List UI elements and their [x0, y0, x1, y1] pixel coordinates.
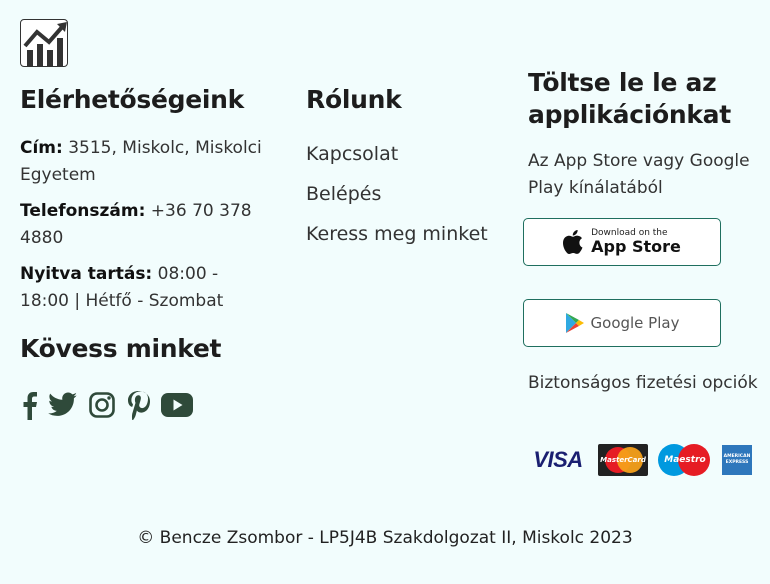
phone: Telefonszám: +36 70 378 4880: [20, 198, 270, 252]
logo[interactable]: [20, 19, 68, 67]
about-title: Rólunk: [306, 85, 402, 114]
hours-label: Nyitva tartás:: [20, 264, 153, 284]
youtube-icon[interactable]: [160, 392, 194, 422]
opening-hours: Nyitva tartás: 08:00 - 18:00 | Hétfő - S…: [20, 261, 270, 315]
pinterest-icon[interactable]: [126, 390, 150, 424]
address-label: Cím:: [20, 138, 63, 158]
visa-card-icon: VISA: [528, 444, 588, 476]
google-play-icon: [565, 313, 584, 333]
app-description: Az App Store vagy Google Play kínálatábó…: [528, 151, 750, 198]
link-belepes[interactable]: Belépés: [306, 174, 516, 214]
instagram-icon[interactable]: [88, 391, 116, 423]
apple-icon: [563, 230, 583, 254]
app-store-label: App Store: [591, 237, 681, 256]
social-links: [20, 390, 270, 424]
app-store-button[interactable]: Download on the App Store: [523, 218, 721, 266]
chart-trend-icon: [23, 22, 67, 66]
maestro-label: Maestro: [664, 455, 706, 465]
google-play-label: Google Play: [590, 314, 680, 332]
mastercard-label: MasterCard: [600, 456, 646, 464]
contact-title: Elérhetőségeink: [20, 85, 244, 114]
address: Cím: 3515, Miskolc, Miskolci Egyetem: [20, 135, 270, 189]
follow-title: Kövess minket: [20, 334, 222, 363]
amex-top-label: AMERICAN: [723, 453, 751, 459]
app-section: Töltse le le az applikációnkat Az App St…: [523, 67, 758, 476]
amex-icon: AMERICAN EXPRESS: [722, 445, 752, 475]
phone-label: Telefonszám:: [20, 201, 146, 221]
app-title: Töltse le le az applikációnkat: [528, 68, 731, 129]
about-section: Rólunk Kapcsolat Belépés Keress meg mink…: [306, 82, 516, 254]
mastercard-icon: MasterCard: [598, 444, 648, 476]
link-kapcsolat[interactable]: Kapcsolat: [306, 134, 516, 174]
twitter-icon[interactable]: [48, 392, 78, 422]
about-links: Kapcsolat Belépés Keress meg minket: [306, 134, 516, 254]
facebook-icon[interactable]: [20, 390, 38, 424]
link-keress-meg-minket[interactable]: Keress meg minket: [306, 214, 516, 254]
amex-bottom-label: EXPRESS: [725, 460, 749, 465]
footer-copyright: © Bencze Zsombor - LP5J4B Szakdolgozat I…: [137, 528, 633, 548]
visa-label: VISA: [533, 447, 583, 472]
payment-cards: VISA MasterCard Maestro AMERICAN EXPRESS: [528, 444, 752, 476]
google-play-button[interactable]: Google Play: [523, 299, 721, 347]
contact-section: Elérhetőségeink Cím: 3515, Miskolc, Misk…: [20, 82, 270, 424]
maestro-icon: Maestro: [658, 444, 712, 476]
payment-options-text: Biztonságos fizetési opciók: [528, 373, 758, 393]
